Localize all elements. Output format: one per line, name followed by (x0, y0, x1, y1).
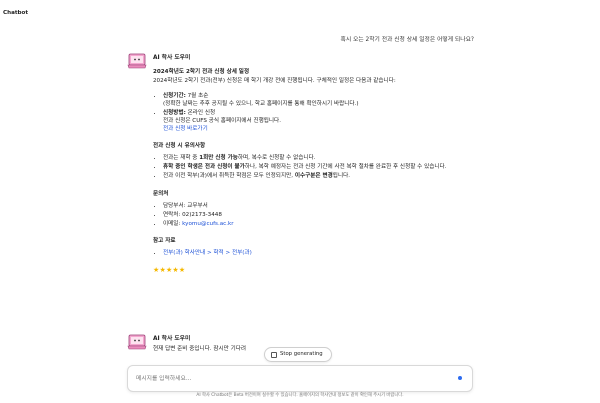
caution-bold: 1회만 신청 가능 (199, 155, 238, 162)
bot-avatar-icon (127, 334, 147, 350)
bot-message: AI 학사 도우미 2024학년도 2학기 전과 신청 상세 일정 2024학년… (127, 53, 467, 275)
email-link[interactable]: kyomu@cufs.ac.kr (182, 221, 233, 227)
disclaimer: AI 학사 Chatbot은 Beta 버전이며 실수할 수 있습니다. 홈페이… (196, 393, 404, 398)
reference-link[interactable]: 전부(과) 학사안내 > 학적 > 전부(과) (163, 250, 252, 256)
contact-list: 담당부서: 교무부서 연락처: 02)2173-3448 이메일: kyomu@… (153, 202, 467, 228)
user-message: 혹시 오는 2학기 전과 신청 상세 일정은 어떻게 되나요? (340, 37, 474, 43)
caution-bold: 휴학 중인 학생은 전과 신청이 불가 (163, 164, 245, 171)
stop-generating-label: Stop generating (280, 350, 323, 357)
answer-heading: 2024학년도 2학기 전과 신청 상세 일정 (153, 69, 250, 76)
apply-link[interactable]: 전과 신청 바로가기 (163, 125, 467, 133)
list-item: 전과는 재학 중 1회만 신청 가능하며, 복수로 신청할 수 없습니다. (163, 154, 467, 162)
bot-name: AI 학사 도우미 (153, 336, 191, 342)
rating-stars[interactable]: ★★★★★ (153, 265, 467, 275)
bot-avatar-icon (127, 53, 147, 69)
method-label: 신청방법: (163, 109, 186, 116)
send-dot-icon[interactable] (458, 376, 462, 380)
answer-intro: 2024학년도 2학기 전과(전부) 신청은 매 학기 개강 전에 진행됩니다.… (153, 77, 396, 84)
message-input[interactable] (134, 372, 448, 386)
app-title: Chatbot (3, 10, 29, 16)
reference-title: 참고 자료 (153, 238, 176, 245)
list-item: 전과 이전 학부(과)에서 취득한 학점은 모두 인정되지만, 이수구분은 변경… (163, 172, 467, 180)
message-input-container (127, 365, 473, 392)
list-item: 신청기간: 7월 초순 (정확한 날짜는 추후 공지될 수 있으니, 학교 홈페… (163, 92, 467, 108)
caution-text: 됩니다. (332, 173, 351, 180)
caution-text: 전과는 재학 중 (163, 155, 200, 162)
list-item: 전부(과) 학사안내 > 학적 > 전부(과) (163, 249, 467, 257)
caution-bold: 이수구분은 변경 (294, 173, 333, 180)
caution-text: 하며, 복수로 신청할 수 없습니다. (237, 155, 316, 162)
reference-list: 전부(과) 학사안내 > 학적 > 전부(과) (153, 249, 467, 257)
period-label: 신청기간: (163, 92, 186, 99)
caution-text: 전과 이전 학부(과)에서 취득한 학점은 모두 인정되지만, (163, 173, 295, 180)
caution-title: 전과 신청 시 유의사항 (153, 143, 206, 150)
email-label: 이메일: (163, 220, 183, 227)
stop-square-icon (271, 351, 277, 358)
stop-generating-button[interactable]: Stop generating (264, 347, 332, 362)
list-item: 연락처: 02)2173-3448 (163, 211, 467, 219)
method-note: 전과 신청은 CUFS 공식 홈페이지에서 진행됩니다. (163, 117, 281, 124)
method-value: 온라인 신청 (187, 109, 216, 116)
list-item: 담당부서: 교무부서 (163, 202, 467, 210)
contact-title: 문의처 (153, 190, 169, 197)
list-item: 신청방법: 온라인 신청 전과 신청은 CUFS 공식 홈페이지에서 진행됩니다… (163, 109, 467, 133)
period-note: (정확한 날짜는 추후 공지될 수 있으니, 학교 홈페이지를 통해 확인하시기… (163, 100, 359, 107)
caution-text: 하나, 복학 예정자는 전과 신청 기간에 사전 복학 절차를 완료한 후 신청… (244, 164, 447, 171)
caution-list: 전과는 재학 중 1회만 신청 가능하며, 복수로 신청할 수 없습니다. 휴학… (153, 154, 467, 180)
bot-name: AI 학사 도우미 (153, 55, 191, 61)
schedule-list: 신청기간: 7월 초순 (정확한 날짜는 추후 공지될 수 있으니, 학교 홈페… (153, 92, 467, 134)
list-item: 이메일: kyomu@cufs.ac.kr (163, 220, 467, 228)
period-value: 7월 초순 (187, 92, 209, 99)
list-item: 휴학 중인 학생은 전과 신청이 불가하나, 복학 예정자는 전과 신청 기간에… (163, 163, 467, 171)
